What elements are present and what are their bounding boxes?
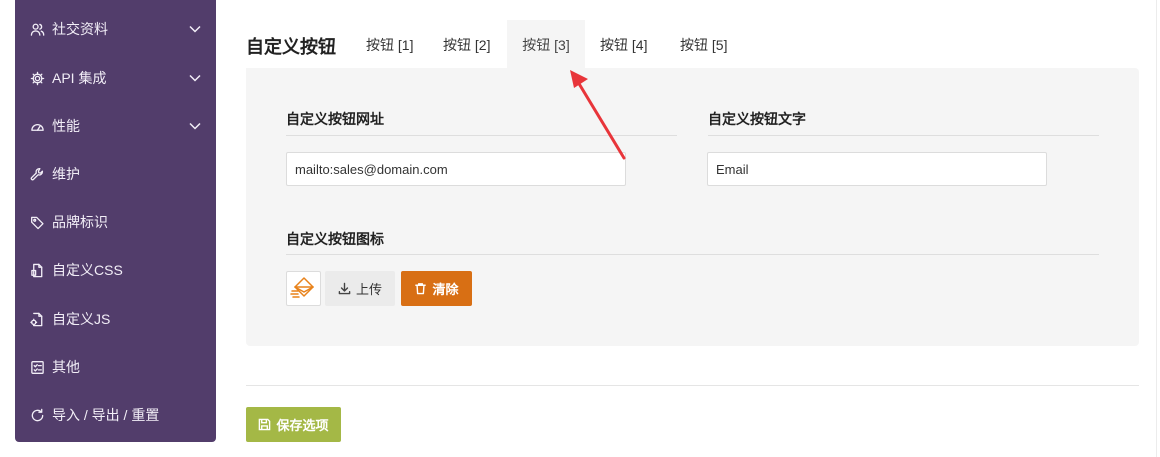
gauge-icon bbox=[29, 118, 45, 134]
divider bbox=[286, 254, 1099, 255]
sidebar-item-performance[interactable]: 性能 bbox=[15, 102, 216, 150]
sidebar-item-label: 品牌标识 bbox=[52, 214, 108, 230]
upload-button-label: 上传 bbox=[355, 282, 382, 297]
chevron-down-icon bbox=[188, 119, 202, 133]
sidebar-item-label: 社交资料 bbox=[52, 21, 108, 37]
sidebar-item-maintenance[interactable]: 维护 bbox=[15, 150, 216, 198]
tab-button-4[interactable]: 按钮 [4] bbox=[586, 20, 661, 69]
clear-button-label: 清除 bbox=[432, 282, 459, 297]
sidebar-item-label: 性能 bbox=[52, 118, 80, 134]
button-text-input[interactable] bbox=[707, 152, 1047, 186]
css-file-icon bbox=[29, 262, 45, 278]
wrench-icon bbox=[29, 166, 45, 182]
js-file-icon bbox=[29, 311, 45, 327]
clear-button[interactable]: 清除 bbox=[401, 271, 472, 306]
sidebar-item-label: 导入 / 导出 / 重置 bbox=[52, 407, 160, 423]
save-button-label: 保存选项 bbox=[276, 418, 329, 433]
text-field-label: 自定义按钮文字 bbox=[708, 111, 806, 127]
sidebar-item-label: 其他 bbox=[52, 359, 80, 375]
download-icon bbox=[338, 282, 351, 295]
sidebar-item-label: 维护 bbox=[52, 166, 80, 182]
divider bbox=[708, 135, 1099, 136]
divider bbox=[286, 135, 677, 136]
sidebar-item-branding[interactable]: 品牌标识 bbox=[15, 198, 216, 246]
gear-icon bbox=[29, 70, 45, 86]
tab-button-2[interactable]: 按钮 [2] bbox=[429, 20, 504, 69]
button-url-input[interactable] bbox=[286, 152, 626, 186]
sidebar-item-custom-js[interactable]: 自定义JS bbox=[15, 295, 216, 343]
chevron-down-icon bbox=[188, 71, 202, 85]
envelope-icon bbox=[289, 276, 314, 298]
chevron-down-icon bbox=[188, 22, 202, 36]
refresh-icon bbox=[29, 407, 45, 423]
trash-icon bbox=[415, 283, 427, 295]
button-settings-panel: 自定义按钮网址 自定义按钮文字 自定义按钮图标 上传 清除 bbox=[246, 68, 1139, 346]
floppy-disk-icon bbox=[259, 418, 271, 431]
button-icon-preview bbox=[286, 271, 321, 306]
section-title: 自定义按钮 bbox=[246, 37, 336, 57]
page-edge-divider bbox=[1156, 0, 1157, 457]
tab-button-1[interactable]: 按钮 [1] bbox=[352, 20, 427, 69]
checklist-icon bbox=[29, 359, 45, 375]
footer-divider bbox=[246, 385, 1139, 386]
tag-icon bbox=[29, 214, 45, 230]
icon-field-label: 自定义按钮图标 bbox=[286, 231, 384, 247]
sidebar-item-api-integration[interactable]: API 集成 bbox=[15, 54, 216, 102]
save-options-button[interactable]: 保存选项 bbox=[246, 407, 341, 442]
sidebar-item-social-profiles[interactable]: 社交资料 bbox=[15, 5, 216, 53]
url-field-label: 自定义按钮网址 bbox=[286, 111, 384, 127]
sidebar: 社交资料 API 集成 性能 维护 品牌标识 自定义CSS 自定义JS 其他 导… bbox=[15, 0, 216, 442]
sidebar-item-custom-css[interactable]: 自定义CSS bbox=[15, 246, 216, 294]
tab-button-3[interactable]: 按钮 [3] bbox=[507, 20, 585, 69]
tab-button-5[interactable]: 按钮 [5] bbox=[666, 20, 741, 69]
sidebar-item-import-export-reset[interactable]: 导入 / 导出 / 重置 bbox=[15, 391, 216, 439]
upload-button[interactable]: 上传 bbox=[325, 271, 395, 306]
sidebar-item-other[interactable]: 其他 bbox=[15, 343, 216, 391]
users-icon bbox=[29, 21, 45, 37]
sidebar-item-label: 自定义JS bbox=[52, 311, 111, 327]
sidebar-item-label: API 集成 bbox=[52, 70, 107, 86]
sidebar-item-label: 自定义CSS bbox=[52, 262, 123, 278]
